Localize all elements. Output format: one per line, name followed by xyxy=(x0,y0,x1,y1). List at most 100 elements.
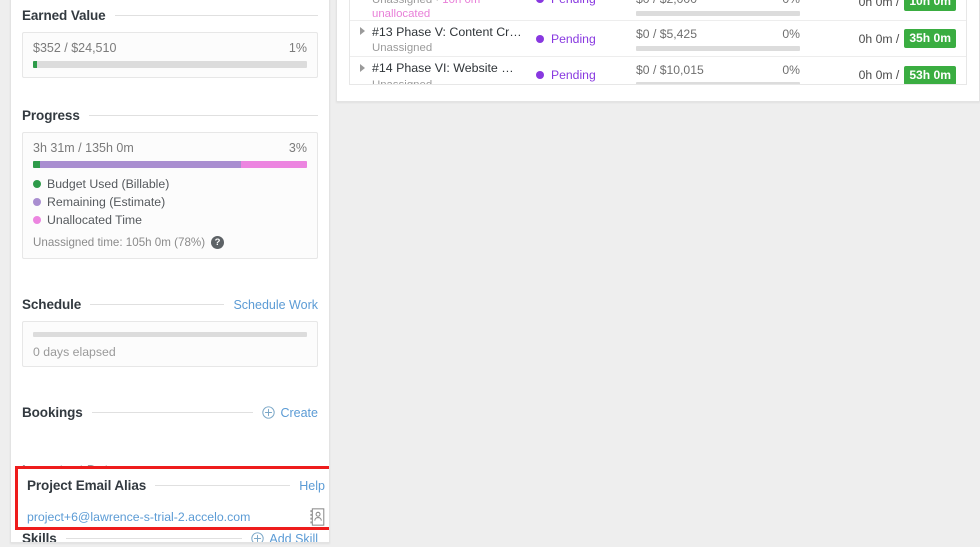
progress-percent: 3% xyxy=(288,141,307,155)
legend-item: Remaining (Estimate) xyxy=(33,195,165,209)
section-title: Progress xyxy=(22,108,80,123)
section-divider xyxy=(91,412,254,413)
progress-bar-remaining xyxy=(40,161,242,168)
status-dot-icon xyxy=(536,0,544,3)
status-label: Pending xyxy=(551,31,596,46)
legend-label: Budget Used (Billable) xyxy=(47,177,170,191)
section-divider xyxy=(65,538,243,539)
progress-bar-budget-used xyxy=(33,161,41,168)
section-title: Bookings xyxy=(22,405,83,420)
tasks-panel: Unassigned · 10h 0m unallocated Pending $0… xyxy=(336,0,980,102)
task-title[interactable]: #14 Phase VI: Website Design xyxy=(372,61,522,75)
task-time-budget-badge: 53h 0m xyxy=(904,65,956,84)
task-name-cell: #14 Phase VI: Website Design Unassigned xyxy=(354,60,536,85)
section-title: Earned Value xyxy=(22,8,106,23)
task-title[interactable]: #13 Phase V: Content Creati... xyxy=(372,25,522,39)
add-skill-button[interactable]: Add Skill xyxy=(251,532,318,542)
page-root: Earned Value $352 / $24,510 1% Progress … xyxy=(0,0,980,547)
task-unallocated-time: 10h 0m unallocated xyxy=(372,0,481,20)
expand-triangle-icon[interactable] xyxy=(360,63,365,72)
section-header-progress: Progress xyxy=(22,108,318,123)
progress-legend: Budget Used (Billable) Remaining (Estimat… xyxy=(33,177,307,227)
create-booking-label: Create xyxy=(280,405,318,420)
project-email-alias-section: Project Email Alias Help project+6@lawre… xyxy=(15,466,329,530)
earned-value-bar xyxy=(33,61,307,68)
section-header-project-email-alias: Project Email Alias Help xyxy=(27,478,325,493)
section-header-earned-value: Earned Value xyxy=(22,8,318,23)
status-dot-icon xyxy=(536,71,544,79)
expand-triangle-icon[interactable] xyxy=(360,27,365,35)
status-dot-icon xyxy=(536,34,544,43)
schedule-panel: 0 days elapsed xyxy=(22,321,318,367)
task-time-cell: 0h 0m / 35h 0m xyxy=(816,29,960,48)
progress-amount: 3h 31m / 135h 0m xyxy=(33,141,134,155)
earned-value-amount: $352 / $24,510 xyxy=(33,41,117,55)
section-divider xyxy=(155,485,291,486)
help-circle-icon[interactable]: ? xyxy=(211,236,225,249)
progress-panel: 3h 31m / 135h 0m 3% Budget Used (Billabl… xyxy=(22,132,318,259)
section-divider xyxy=(114,15,318,16)
project-email-alias-value[interactable]: project+6@lawrence-s-trial-2.accelo.com xyxy=(27,510,250,524)
legend-item: Budget Used (Billable) xyxy=(33,177,169,191)
task-time-cell: 0h 0m / 53h 0m xyxy=(816,65,960,84)
task-budget-amount: $0 / $10,015 xyxy=(636,63,704,77)
task-time-used: 0h 0m / xyxy=(858,68,900,82)
task-name-cell: Unassigned · 10h 0m unallocated xyxy=(354,0,536,21)
section-title: Schedule xyxy=(22,297,82,312)
schedule-elapsed-bar xyxy=(33,332,307,337)
task-budget-cell: $0 / $5,425 0% xyxy=(636,27,816,51)
earned-value-row: $352 / $24,510 1% xyxy=(33,41,307,55)
progress-bar xyxy=(33,161,307,168)
section-divider xyxy=(90,304,225,305)
task-budget-percent: 0% xyxy=(782,26,800,41)
schedule-work-link[interactable]: Schedule Work xyxy=(233,298,318,312)
progress-row: 3h 31m / 135h 0m 3% xyxy=(33,141,307,155)
task-status-cell[interactable]: Pending xyxy=(536,0,636,6)
earned-value-bar-used xyxy=(33,61,38,68)
email-alias-help-link[interactable]: Help xyxy=(299,479,325,493)
create-booking-button[interactable]: Create xyxy=(262,406,318,420)
plus-circle-icon xyxy=(262,406,276,419)
task-budget-cell: $0 / $10,015 0% xyxy=(636,63,816,84)
task-budget-percent: 0% xyxy=(782,0,800,6)
status-label: Pending xyxy=(551,0,596,6)
legend-item: Unallocated Time xyxy=(33,213,307,227)
section-header-schedule: Schedule Schedule Work xyxy=(22,297,318,312)
task-budget-bar xyxy=(636,11,800,16)
task-time-used: 0h 0m / xyxy=(858,31,900,46)
schedule-elapsed-label: 0 days elapsed xyxy=(33,345,116,359)
task-budget-bar xyxy=(636,82,800,84)
progress-bar-unallocated xyxy=(241,161,307,168)
task-assignee: Unassigned xyxy=(372,78,433,85)
section-header-bookings: Bookings Create xyxy=(22,405,318,420)
task-budget-cell: $0 / $2,000 0% xyxy=(636,0,816,16)
task-time-cell: 0h 0m / 10h 0m xyxy=(816,0,960,11)
task-row[interactable]: #14 Phase VI: Website Design Unassigned Pe… xyxy=(350,57,966,85)
project-sidebar: Earned Value $352 / $24,510 1% Progress … xyxy=(10,0,330,543)
task-assignee: Unassigned xyxy=(372,42,433,54)
task-budget-bar xyxy=(636,45,800,51)
earned-value-panel: $352 / $24,510 1% xyxy=(22,32,318,78)
earned-value-percent: 1% xyxy=(288,41,307,55)
legend-dot-icon xyxy=(33,180,41,188)
project-email-alias-row: project+6@lawrence-s-trial-2.accelo.com xyxy=(27,508,325,526)
legend-dot-icon xyxy=(33,216,41,224)
unassigned-time-note: Unassigned time: 105h 0m (78%) ? xyxy=(33,236,307,249)
task-row[interactable]: Unassigned · 10h 0m unallocated Pending $0… xyxy=(350,0,966,21)
task-assignee: Unassigned · 10h 0m unallocated xyxy=(360,0,536,21)
section-divider xyxy=(88,115,318,116)
plus-circle-icon xyxy=(251,532,265,542)
task-budget-percent: 0% xyxy=(782,63,800,77)
task-time-budget-badge: 35h 0m xyxy=(904,29,956,48)
task-row[interactable]: #13 Phase V: Content Creati... Unassigned… xyxy=(350,21,966,57)
task-status-cell[interactable]: Pending xyxy=(536,68,636,82)
task-time-budget-badge: 10h 0m xyxy=(904,0,956,11)
task-budget-amount: $0 / $5,425 xyxy=(636,26,697,41)
task-status-cell[interactable]: Pending xyxy=(536,32,636,46)
legend-label: Remaining (Estimate) xyxy=(47,195,166,209)
contact-card-icon[interactable] xyxy=(310,508,325,526)
